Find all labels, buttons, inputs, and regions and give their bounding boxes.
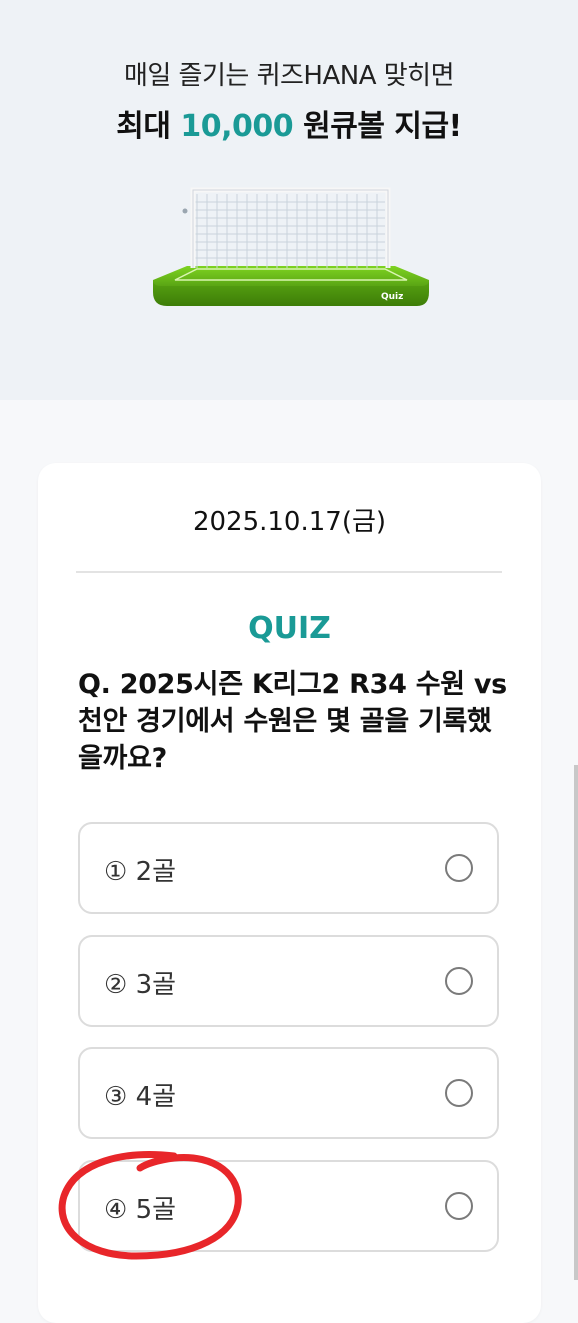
quiz-heading: QUIZ bbox=[248, 611, 331, 646]
answer-option-4[interactable]: ④ 5골 bbox=[78, 1160, 499, 1252]
quiz-question: Q. 2025시즌 K리그2 R34 수원 vs 천안 경기에서 수원은 몇 골… bbox=[78, 669, 507, 774]
radio-button[interactable] bbox=[445, 854, 473, 882]
hero-title-prefix: 최대 bbox=[116, 109, 181, 144]
answer-option-label: ④ 5골 bbox=[104, 1195, 177, 1225]
answer-option-3[interactable]: ③ 4골 bbox=[78, 1047, 499, 1139]
radio-button[interactable] bbox=[445, 967, 473, 995]
goal-quiz-label: Quiz bbox=[381, 292, 403, 302]
answer-option-label: ③ 4골 bbox=[104, 1082, 177, 1112]
answer-option-1[interactable]: ① 2골 bbox=[78, 822, 499, 914]
divider bbox=[76, 571, 502, 573]
soccer-goal-illustration: Quiz bbox=[153, 187, 429, 306]
radio-button[interactable] bbox=[445, 1079, 473, 1107]
scrollbar[interactable] bbox=[574, 765, 578, 1280]
answer-option-label: ① 2골 bbox=[104, 857, 177, 887]
answer-option-2[interactable]: ② 3골 bbox=[78, 935, 499, 1027]
quiz-date: 2025.10.17(금) bbox=[192, 507, 387, 537]
quiz-card: 2025.10.17(금) QUIZ Q. 2025시즌 K리그2 R34 수원… bbox=[38, 463, 541, 1323]
hero-title-amount: 10,000 bbox=[180, 109, 294, 144]
answer-option-label: ② 3골 bbox=[104, 970, 177, 1000]
hero-subtitle: 매일 즐기는 퀴즈HANA 맞히면 bbox=[123, 61, 455, 91]
hero-banner: 매일 즐기는 퀴즈HANA 맞히면 최대 10,000 원큐볼 지급! Quiz bbox=[0, 0, 578, 400]
radio-button[interactable] bbox=[445, 1192, 473, 1220]
hero-title: 최대 10,000 원큐볼 지급! bbox=[0, 101, 578, 145]
hero-title-suffix: 원큐볼 지급! bbox=[293, 109, 462, 144]
